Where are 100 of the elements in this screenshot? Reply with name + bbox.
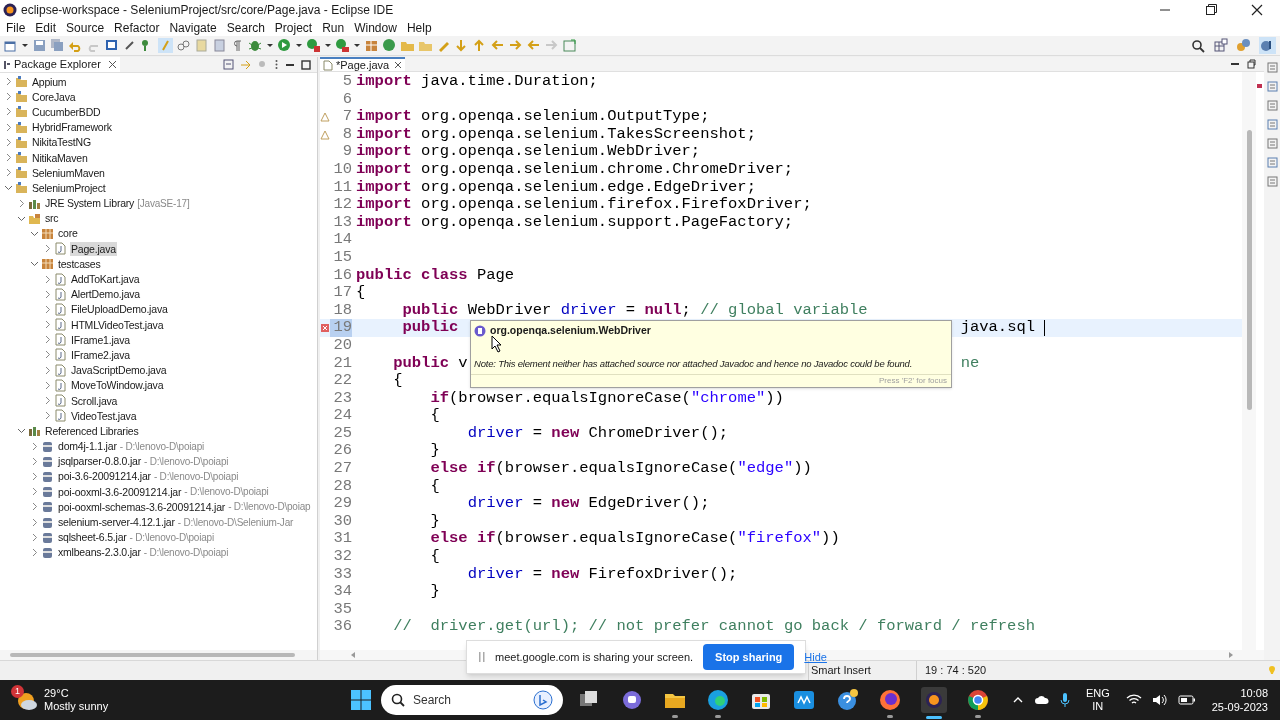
clock-date[interactable]: 25-09-2023 bbox=[1211, 700, 1268, 714]
tree-item[interactable]: SeleniumMaven bbox=[31, 165, 106, 180]
tree-item[interactable]: Page.java bbox=[70, 241, 117, 256]
scrollbar-thumb[interactable] bbox=[1246, 130, 1252, 410]
scroll-left-icon[interactable] bbox=[350, 651, 356, 659]
menu-item[interactable]: File bbox=[2, 19, 30, 37]
link-editor-icon[interactable] bbox=[240, 59, 251, 70]
scroll-right-icon[interactable] bbox=[1228, 651, 1234, 659]
console-icon[interactable] bbox=[104, 38, 119, 53]
close-icon[interactable] bbox=[394, 61, 403, 69]
wifi-icon[interactable] bbox=[1125, 694, 1142, 706]
tree-item[interactable]: SeleniumProject bbox=[31, 180, 107, 195]
menu-item[interactable]: Search bbox=[222, 19, 269, 37]
close-icon[interactable] bbox=[107, 60, 117, 69]
open-perspective-icon[interactable] bbox=[562, 38, 577, 53]
tree-item[interactable]: Referenced Libraries bbox=[44, 423, 140, 438]
tree-item[interactable]: JavaScriptDemo.java bbox=[70, 363, 168, 378]
language-code[interactable]: ENG bbox=[1085, 687, 1110, 700]
next-annotation-icon[interactable] bbox=[454, 38, 469, 53]
file-icon[interactable] bbox=[212, 38, 227, 53]
tree-item[interactable]: selenium-server-4.12.1.jar bbox=[57, 515, 176, 530]
scrollbar-thumb[interactable] bbox=[10, 653, 295, 657]
java-perspective-icon[interactable] bbox=[1259, 37, 1276, 54]
tree-item[interactable]: sqlsheet-6.5.jar bbox=[57, 530, 128, 545]
tree-item[interactable]: HybridFramework bbox=[31, 120, 113, 135]
view-tab[interactable]: Package Explorer bbox=[0, 57, 120, 72]
battery-icon[interactable] bbox=[1177, 695, 1196, 705]
editor-tab[interactable]: *Page.java bbox=[320, 57, 406, 71]
console-icon[interactable] bbox=[1266, 157, 1278, 168]
region-code[interactable]: IN bbox=[1092, 700, 1104, 713]
clock-time[interactable]: 10:08 bbox=[1240, 686, 1268, 700]
menu-item[interactable]: Project bbox=[270, 19, 317, 37]
round-browser-icon[interactable] bbox=[966, 688, 990, 712]
bug-icon[interactable] bbox=[248, 38, 263, 53]
tree-item[interactable]: HTMLVideoTest.java bbox=[70, 317, 165, 332]
run-icon[interactable] bbox=[277, 38, 292, 53]
external-tools-icon[interactable] bbox=[335, 38, 350, 53]
tree-item[interactable]: poi-ooxml-schemas-3.6-20091214.jar bbox=[57, 499, 227, 514]
tree-item[interactable]: xmlbeans-2.3.0.jar bbox=[57, 545, 142, 560]
tree-item[interactable]: Scroll.java bbox=[70, 393, 119, 408]
tree-item[interactable]: testcases bbox=[57, 256, 102, 271]
perspective-icon[interactable] bbox=[1236, 38, 1251, 53]
chat-icon[interactable] bbox=[620, 688, 644, 712]
tree-item[interactable]: FileUploadDemo.java bbox=[70, 302, 169, 317]
microphone-icon[interactable] bbox=[1059, 692, 1070, 708]
class-icon[interactable] bbox=[382, 38, 397, 53]
tree-item[interactable]: core bbox=[57, 226, 79, 241]
browser-icon[interactable] bbox=[706, 688, 730, 712]
tree-item[interactable]: AddToKart.java bbox=[70, 272, 141, 287]
menu-item[interactable]: Edit bbox=[31, 19, 61, 37]
tree-item[interactable]: poi-ooxml-3.6-20091214.jar bbox=[57, 484, 183, 499]
speaker-icon[interactable] bbox=[1151, 694, 1168, 706]
cloud-icon[interactable] bbox=[1033, 694, 1050, 706]
task-list-icon[interactable] bbox=[1266, 100, 1278, 111]
windows-start-icon[interactable] bbox=[350, 689, 372, 711]
menu-item[interactable]: Navigate bbox=[165, 19, 221, 37]
app-tile-icon[interactable] bbox=[792, 688, 816, 712]
menu-item[interactable]: Source bbox=[62, 19, 109, 37]
highlight-icon[interactable] bbox=[158, 38, 173, 53]
new-icon[interactable] bbox=[3, 38, 18, 53]
eclipse-app-icon[interactable] bbox=[921, 687, 947, 713]
more-icon[interactable] bbox=[274, 59, 279, 70]
tree-item[interactable]: dom4j-1.1.jar bbox=[57, 439, 118, 454]
tree-item[interactable]: jsqlparser-0.8.0.jar bbox=[57, 454, 142, 469]
stop-sharing-button[interactable]: Stop sharing bbox=[703, 644, 795, 670]
link-icon[interactable] bbox=[176, 38, 191, 53]
outline-view-icon[interactable] bbox=[1266, 176, 1278, 187]
tree-item[interactable]: src bbox=[44, 211, 60, 226]
tree-item[interactable]: NitikaMaven bbox=[31, 150, 89, 165]
tree-item[interactable]: IFrame1.java bbox=[70, 332, 131, 347]
tree-item[interactable]: CoreJava bbox=[31, 89, 77, 104]
save-all-icon[interactable] bbox=[50, 38, 65, 53]
help-icon[interactable] bbox=[835, 688, 859, 712]
search-icon[interactable] bbox=[1191, 38, 1205, 53]
menu-item[interactable]: Refactor bbox=[110, 19, 164, 37]
code-line: import org.openqa.selenium.WebDriver; bbox=[356, 143, 701, 161]
tree-item[interactable]: poi-3.6-20091214.jar bbox=[57, 469, 152, 484]
task-list-icon[interactable] bbox=[1266, 138, 1278, 149]
menu-item[interactable]: Window bbox=[350, 19, 401, 37]
collapse-all-icon[interactable] bbox=[223, 59, 234, 70]
drag-handle-icon[interactable] bbox=[479, 651, 485, 663]
coverage-icon[interactable] bbox=[306, 38, 321, 53]
tree-item[interactable]: MoveToWindow.java bbox=[70, 378, 165, 393]
tree-item[interactable]: CucumberBDD bbox=[31, 104, 102, 119]
open-perspective-icon[interactable] bbox=[1213, 38, 1228, 53]
tree-item[interactable]: AlertDemo.java bbox=[70, 287, 141, 302]
outline-view-icon[interactable] bbox=[1266, 119, 1278, 130]
hide-link[interactable]: Hide bbox=[804, 648, 827, 666]
tree-item[interactable]: NikitaTestNG bbox=[31, 135, 92, 150]
outline-view-icon[interactable] bbox=[1266, 81, 1278, 92]
tree-item[interactable]: VideoTest.java bbox=[70, 408, 138, 423]
search-placeholder: Search bbox=[413, 692, 452, 709]
tree-item[interactable]: JRE System Library bbox=[44, 196, 136, 211]
maximize-icon[interactable] bbox=[301, 59, 311, 70]
menu-item[interactable]: Run bbox=[318, 19, 349, 37]
fox-browser-icon[interactable] bbox=[878, 688, 902, 712]
tree-item[interactable]: Appium bbox=[31, 74, 68, 89]
tree-item[interactable]: IFrame2.java bbox=[70, 347, 131, 362]
search-field[interactable]: Search bbox=[381, 685, 563, 715]
menu-item[interactable]: Help bbox=[402, 19, 436, 37]
